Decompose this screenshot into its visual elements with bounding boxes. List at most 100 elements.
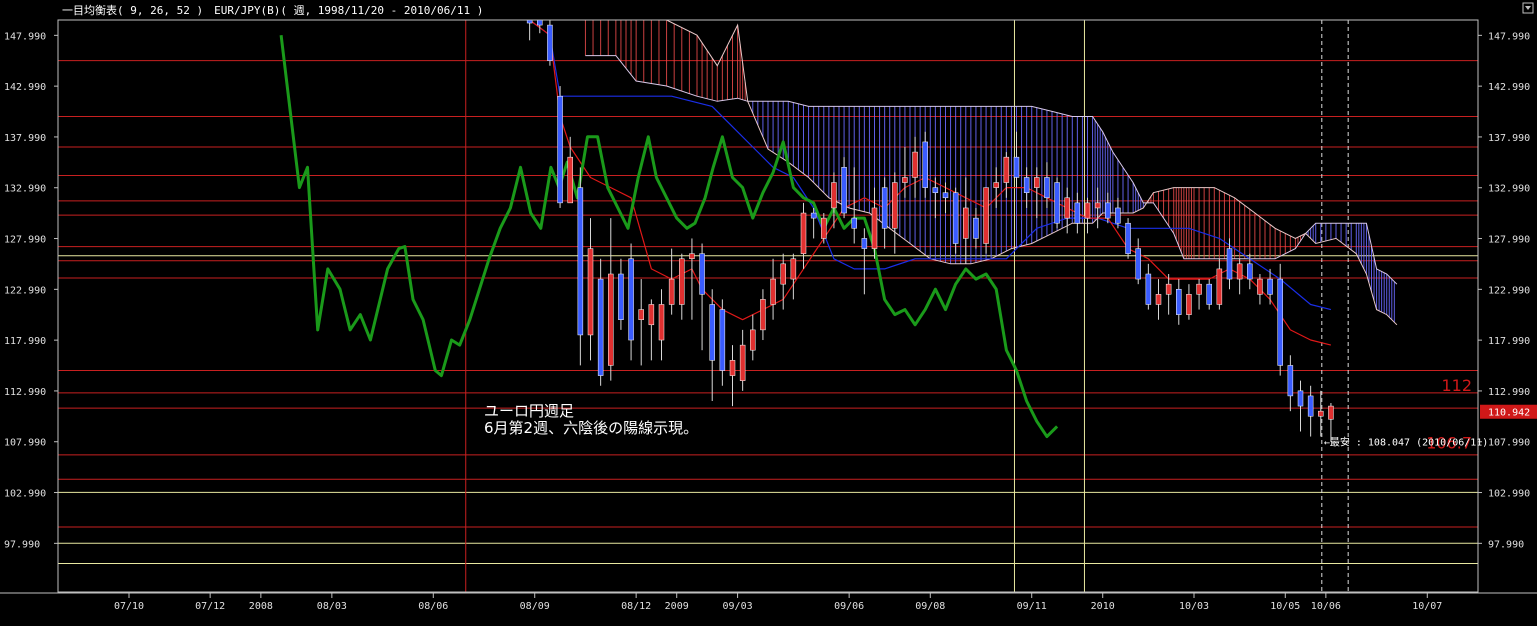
candle-up[interactable]	[1003, 156, 1010, 183]
y-tick-label-left: 132.990	[4, 184, 46, 195]
candle-up[interactable]	[1084, 202, 1091, 219]
candle-up[interactable]	[800, 212, 807, 254]
candle-down[interactable]	[1054, 182, 1060, 224]
candle-down[interactable]	[709, 304, 715, 361]
candle-up[interactable]	[1064, 197, 1070, 219]
candle-down[interactable]	[942, 192, 949, 199]
chart-background	[0, 0, 1537, 622]
candle-down[interactable]	[1044, 177, 1050, 199]
candle-up[interactable]	[739, 344, 746, 381]
candle-up[interactable]	[587, 248, 594, 336]
candle-down[interactable]	[1135, 248, 1141, 280]
candle-up[interactable]	[993, 182, 999, 188]
candle-down[interactable]	[1125, 222, 1131, 254]
candle-down[interactable]	[1267, 278, 1273, 295]
y-tick-label-right: 107.990	[1488, 438, 1530, 449]
candle-up[interactable]	[567, 156, 573, 204]
candle-down[interactable]	[922, 141, 928, 188]
y-tick-label-left: 137.990	[4, 133, 46, 144]
y-tick-label-left: 147.990	[4, 31, 46, 42]
candle-up[interactable]	[668, 278, 675, 305]
candle-up[interactable]	[1328, 405, 1334, 420]
candle-down[interactable]	[1023, 177, 1030, 193]
x-tick-label: 08/06	[418, 601, 448, 612]
candle-down[interactable]	[1247, 263, 1253, 280]
x-tick-label: 07/12	[195, 601, 225, 612]
candle-up[interactable]	[871, 207, 878, 249]
y-tick-label-right: 102.990	[1488, 489, 1530, 500]
candle-down[interactable]	[810, 212, 817, 219]
candle-down[interactable]	[699, 253, 705, 295]
y-tick-label-right: 137.990	[1488, 133, 1530, 144]
candle-down[interactable]	[841, 167, 847, 214]
candle-up[interactable]	[790, 258, 797, 280]
candle-down[interactable]	[618, 273, 624, 320]
candle-up[interactable]	[1165, 283, 1172, 295]
candle-down[interactable]	[932, 187, 939, 193]
x-tick-label: 08/09	[520, 601, 550, 612]
candle-down[interactable]	[557, 95, 563, 204]
candle-down[interactable]	[1013, 156, 1020, 178]
candle-down[interactable]	[1145, 273, 1152, 305]
candle-down[interactable]	[861, 238, 868, 249]
current-price-label: 110.942	[1488, 408, 1530, 419]
candle-up[interactable]	[760, 299, 766, 331]
low-price-marker: ←最安 : 108.047 (2010/06/11)	[1324, 436, 1489, 449]
candle-up[interactable]	[1034, 177, 1040, 188]
candle-down[interactable]	[628, 258, 634, 341]
candle-up[interactable]	[729, 360, 736, 376]
candle-down[interactable]	[1287, 365, 1294, 397]
candle-up[interactable]	[1186, 294, 1192, 315]
candle-up[interactable]	[892, 182, 898, 229]
candle-down[interactable]	[952, 192, 959, 244]
candle-up[interactable]	[1257, 278, 1263, 295]
candle-up[interactable]	[1236, 263, 1243, 280]
candle-down[interactable]	[1297, 390, 1304, 407]
candle-up[interactable]	[963, 207, 969, 239]
candle-down[interactable]	[1277, 278, 1283, 366]
x-tick-label: 08/12	[621, 601, 651, 612]
candle-down[interactable]	[1074, 202, 1081, 224]
candle-down[interactable]	[1226, 248, 1233, 280]
candle-down[interactable]	[577, 187, 584, 336]
candle-up[interactable]	[1094, 202, 1101, 209]
candle-up[interactable]	[689, 253, 695, 260]
candle-up[interactable]	[912, 151, 918, 178]
candle-up[interactable]	[608, 273, 614, 366]
candle-up[interactable]	[1216, 268, 1223, 305]
candle-up[interactable]	[638, 309, 644, 320]
x-tick-label: 2010	[1091, 601, 1115, 612]
x-tick-label: 07/10	[114, 601, 144, 612]
candle-up[interactable]	[1318, 410, 1324, 417]
candle-up[interactable]	[1196, 283, 1202, 295]
candle-up[interactable]	[750, 329, 756, 351]
candle-up[interactable]	[780, 263, 786, 285]
candle-down[interactable]	[1206, 283, 1212, 305]
candle-down[interactable]	[973, 217, 979, 239]
candle-down[interactable]	[547, 24, 553, 61]
candle-down[interactable]	[1307, 395, 1314, 417]
candle-up[interactable]	[821, 217, 827, 239]
candle-up[interactable]	[1155, 294, 1162, 305]
candle-down[interactable]	[1105, 202, 1111, 219]
candle-up[interactable]	[831, 182, 837, 209]
candle-up[interactable]	[648, 304, 655, 326]
candle-down[interactable]	[881, 187, 888, 229]
x-tick-label: 10/05	[1270, 601, 1300, 612]
candle-up[interactable]	[902, 177, 908, 183]
candle-down[interactable]	[1115, 207, 1121, 224]
x-tick-label: 09/11	[1017, 601, 1047, 612]
candle-up[interactable]	[983, 187, 989, 244]
candle-up[interactable]	[658, 304, 665, 341]
candle-down[interactable]	[537, 19, 543, 26]
y-tick-label-left: 117.990	[4, 336, 46, 347]
candle-down[interactable]	[1176, 288, 1182, 315]
candle-down[interactable]	[597, 278, 604, 376]
ichimoku-chart[interactable]: 147.990 147.990 142.990 142.990 137.990 137.9…	[0, 0, 1537, 622]
candle-down[interactable]	[851, 217, 857, 229]
candle-up[interactable]	[770, 278, 776, 305]
candle-down[interactable]	[719, 309, 726, 371]
candle-up[interactable]	[679, 258, 685, 305]
ichimoku-chart-window[interactable]: 147.990 147.990 142.990 142.990 137.990 137.9…	[0, 0, 1537, 622]
y-tick-label-right: 142.990	[1488, 82, 1530, 93]
